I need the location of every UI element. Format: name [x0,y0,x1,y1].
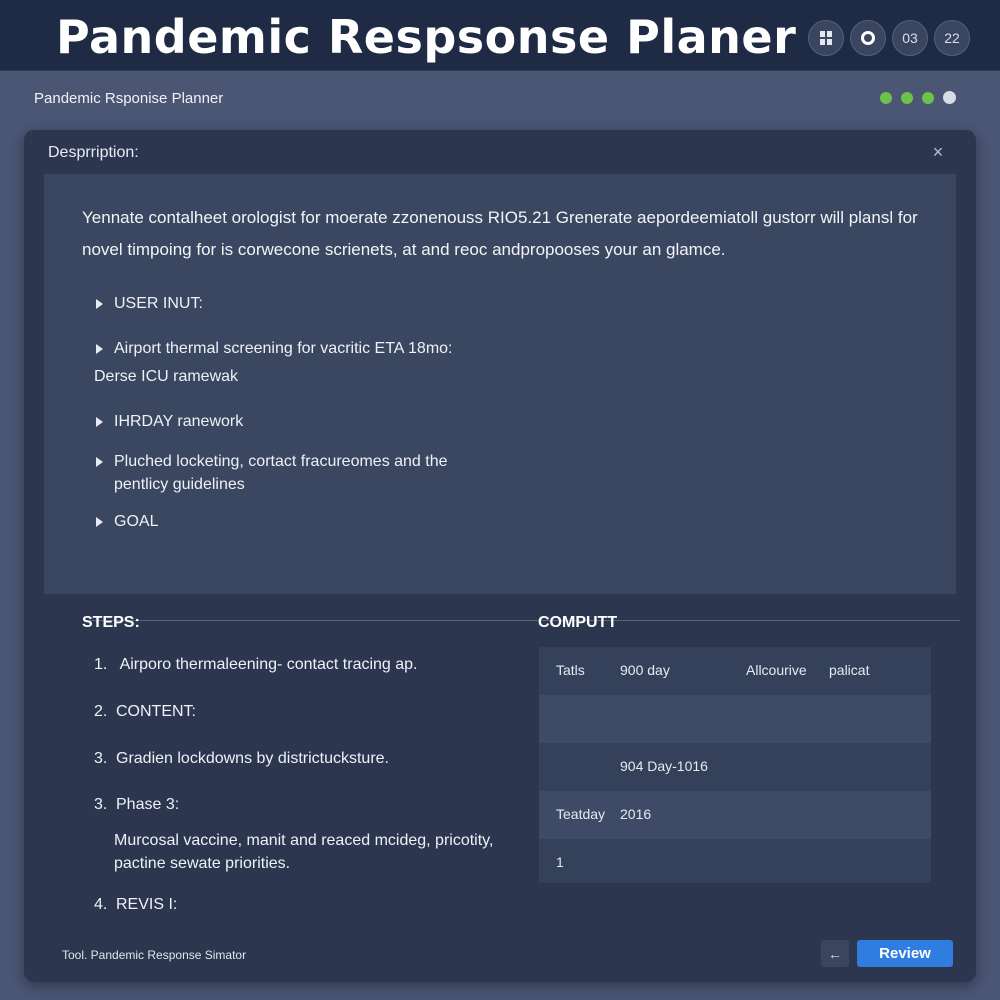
status-dot-1 [880,91,892,104]
step-number: 1. [94,656,108,673]
step-item: 3. Gradien lockdowns by districtucksture. [94,750,389,768]
close-icon[interactable]: × [928,142,948,162]
tool-label: Tool. Pandemic Response Simator [62,948,247,962]
table-row[interactable]: 904 Day-1016 [539,743,931,791]
table-row[interactable]: Teatday 2016 [539,791,931,839]
table-cell: Teatday [556,806,606,822]
step-number: 2. [94,703,108,720]
description-text: Yennate contalheet orologist for moerate… [82,208,918,259]
step-text: CONTENT: [116,703,196,720]
bullet-text: USER INUT: [114,295,203,312]
table-cell: Tatls [556,662,585,678]
description-box: Yennate contalheet orologist for moerate… [44,174,960,621]
circle-icon[interactable] [850,20,886,56]
arrow-left-icon: ← [828,945,842,962]
step-item: 2. CONTENT: [94,703,196,721]
table-cell: 2016 [620,806,652,822]
back-button[interactable]: ← [821,940,849,967]
phase3-detail: Murcosal vaccine, manit and reaced mcide… [114,832,494,872]
bullet-subtext: pentlicy guidelines [114,476,245,493]
list-item[interactable]: Pluched locketing, cortact fracureomes a… [94,450,448,496]
table-row[interactable]: Tatls 900 day Allcourive palicat [539,647,931,695]
step-item: 3. Phase 3: [94,796,179,814]
subheader: Pandemic Rsponise Planner [0,70,1000,128]
table-cell: 900 day [620,662,670,678]
status-dot-3 [922,91,934,104]
divider [84,620,960,621]
compute-table: Tatls 900 day Allcourive palicat 904 Day… [539,647,931,883]
status-dot-4 [943,91,956,104]
steps-title: STEPS: [82,614,140,631]
step-number: 3. [94,796,108,813]
panel-header: Desprription: × [24,130,976,176]
status-dot-2 [901,91,913,104]
step-item: 4. REVIS I: [94,896,177,914]
step-text: REVIS I: [116,896,178,913]
table-cell: palicat [829,662,870,678]
table-cell: Allcourive [746,662,807,678]
badge-22[interactable]: 22 [934,20,970,56]
list-item[interactable]: GOAL [94,510,158,533]
header-badges: 03 22 [808,20,970,56]
bullet-text: GOAL [114,513,159,530]
compute-title: COMPUTT [538,614,618,631]
table-cell: 1 [556,854,564,870]
list-item[interactable]: IHRDAY ranework [94,410,243,433]
grid-icon[interactable] [808,20,844,56]
step-text: Gradien lockdowns by districtucksture. [116,750,389,767]
step-number: 4. [94,896,108,913]
subheader-title: Pandemic Rsponise Planner [34,90,224,107]
review-button[interactable]: Review [857,940,953,967]
list-item[interactable]: Airport thermal screening for vacritic E… [94,337,453,388]
step-text: Phase 3: [116,796,180,813]
list-item[interactable]: USER INUT: [94,292,203,315]
bullet-subtext: Derse ICU ramewak [94,368,239,385]
status-indicators [880,91,956,104]
planner-panel: Desprription: × Yennate contalheet orolo… [24,130,976,982]
table-row[interactable] [539,695,931,743]
app-header: Pandemic Respsonse Planer 03 22 [0,0,1000,71]
step-text: Airporo thermaleening- contact tracing a… [116,656,418,673]
description-label: Desprription: [48,144,139,161]
app-title: Pandemic Respsonse Planer [56,10,797,64]
badge-03[interactable]: 03 [892,20,928,56]
step-item: 1. Airporo thermaleening- contact tracin… [94,656,418,674]
step-number: 3. [94,750,108,767]
bullet-text: Airport thermal screening for vacritic E… [114,340,453,357]
bullet-text: Pluched locketing, cortact fracureomes a… [114,453,448,470]
table-row[interactable]: 1 [539,839,931,883]
table-cell: 904 Day-1016 [620,758,708,774]
bullet-text: IHRDAY ranework [114,413,244,430]
